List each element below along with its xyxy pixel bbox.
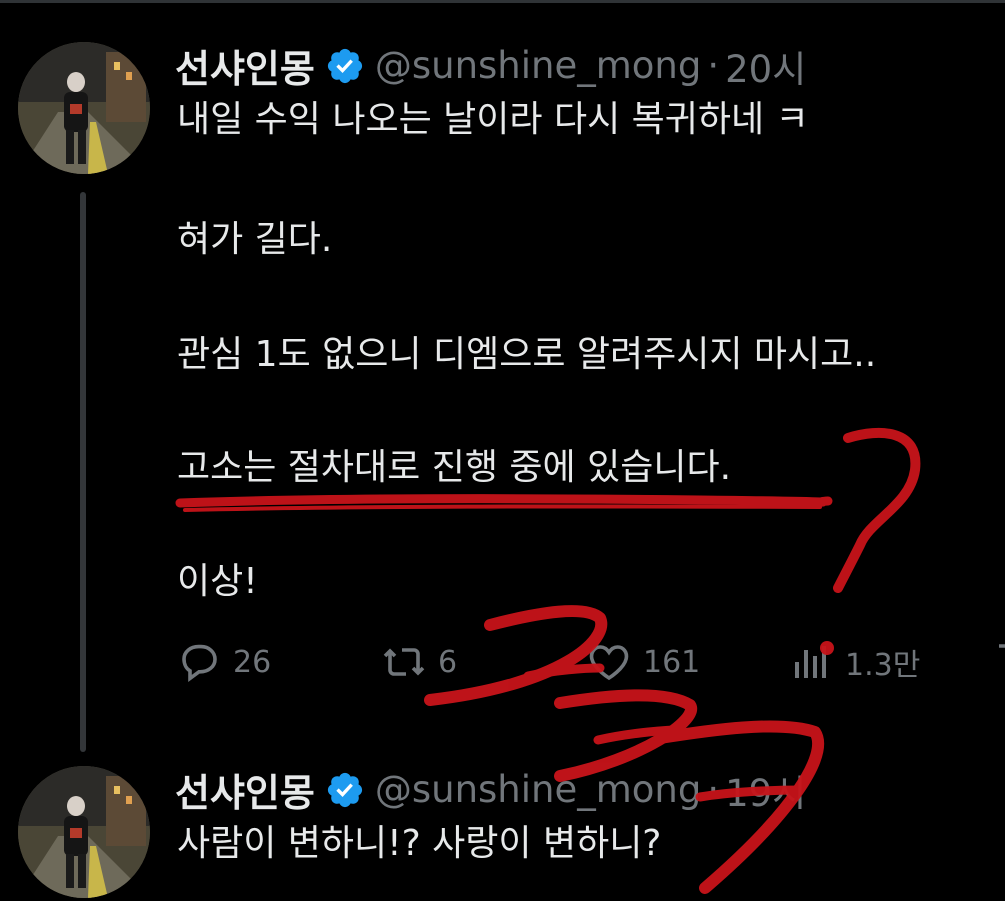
- reply-button[interactable]: 26: [175, 638, 271, 686]
- reply-icon: [182, 644, 217, 682]
- display-name[interactable]: 선샤인몽: [175, 762, 315, 817]
- avatar-photo: [18, 42, 150, 174]
- retweet-button[interactable]: 6: [380, 638, 457, 686]
- tweet-header: 선샤인몽 @sunshine_mong · 20시: [175, 38, 806, 93]
- question-mark-stroke: [833, 428, 921, 593]
- tweet-text-line: 이상!: [177, 561, 258, 602]
- verified-badge-icon: [327, 772, 362, 807]
- thread-connector: [80, 192, 86, 752]
- verified-badge-icon: [327, 48, 362, 83]
- timestamp[interactable]: 20시: [725, 39, 806, 93]
- like-count: 161: [643, 644, 701, 680]
- views-count: 1.3만: [845, 648, 921, 683]
- views-bar-chart-icon: [795, 646, 826, 678]
- tweet-text-line: 내일 수익 나오는 날이라 다시 복귀하네 ㅋ: [177, 99, 809, 140]
- display-name[interactable]: 선샤인몽: [175, 38, 315, 93]
- tweet-actions: 26 6 161 1.3만: [175, 638, 1005, 690]
- separator: ·: [707, 44, 720, 87]
- tweet-text-line: 고소는 절차대로 진행 중에 있습니다.: [177, 447, 732, 488]
- underline-stroke: [183, 504, 822, 512]
- retweet-icon: [383, 648, 425, 676]
- like-button[interactable]: 161: [585, 638, 700, 686]
- views-button[interactable]: 1.3만: [787, 638, 920, 686]
- avatar[interactable]: [18, 766, 150, 898]
- divider: [0, 0, 1005, 3]
- retweet-count: 6: [438, 644, 458, 680]
- avatar[interactable]: [18, 42, 150, 174]
- handle[interactable]: @sunshine_mong: [375, 768, 702, 811]
- k-stroke: [593, 725, 685, 745]
- avatar-photo: [18, 766, 150, 898]
- heart-icon: [589, 645, 629, 681]
- timestamp[interactable]: 19시: [725, 763, 806, 817]
- bookmark-icon: [999, 644, 1005, 648]
- separator: ·: [707, 768, 720, 811]
- tweet-text-line: 혀가 길다.: [177, 219, 333, 260]
- bookmark-button[interactable]: [995, 638, 1005, 686]
- handle[interactable]: @sunshine_mong: [375, 44, 702, 87]
- tweet-text-line: 관심 1도 없으니 디엠으로 알려주시지 마시고..: [177, 334, 877, 375]
- underline-stroke: [175, 494, 833, 508]
- tweet-header: 선샤인몽 @sunshine_mong · 19시: [175, 762, 806, 817]
- tweet-text: 사람이 변하니!? 사랑이 변하니?: [177, 823, 662, 864]
- reply-count: 26: [233, 644, 272, 680]
